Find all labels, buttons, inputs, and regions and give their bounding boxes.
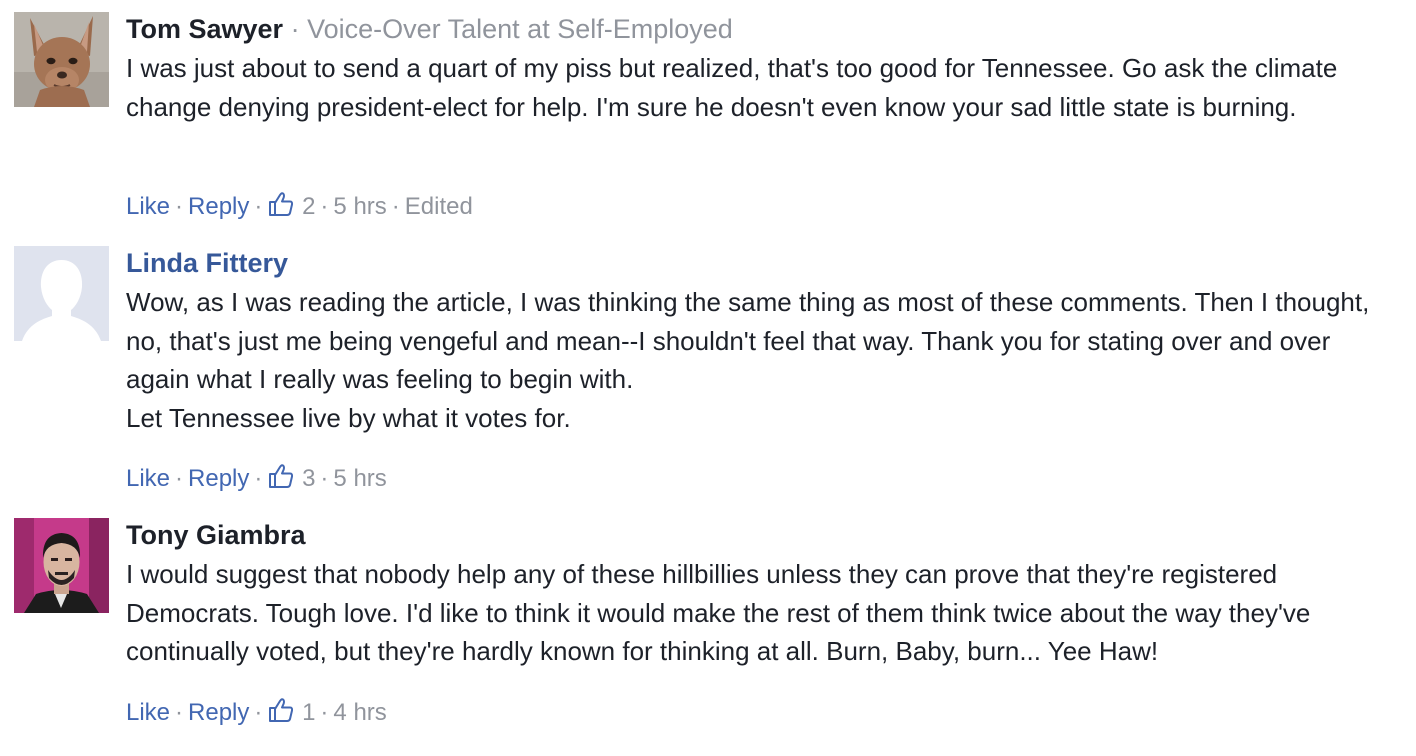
timestamp[interactable]: 4 hrs	[333, 699, 386, 726]
comment-actions: Like · Reply · 2 · 5 hrs · Edited	[126, 190, 473, 222]
separator-dot: ·	[320, 193, 329, 220]
comment-text: Wow, as I was reading the article, I was…	[126, 283, 1396, 437]
default-profile-avatar-icon	[14, 246, 109, 341]
timestamp[interactable]: 5 hrs	[333, 465, 386, 492]
comment-paragraph: Wow, as I was reading the article, I was…	[126, 287, 1370, 394]
comment-text: I would suggest that nobody help any of …	[126, 555, 1396, 671]
comment-content: Linda Fittery Wow, as I was reading the …	[126, 246, 1396, 437]
like-count[interactable]: 1	[302, 699, 315, 726]
separator-dot: ·	[175, 193, 184, 220]
reply-link[interactable]: Reply	[188, 465, 249, 492]
comment-paragraph: I would suggest that nobody help any of …	[126, 559, 1311, 666]
like-link[interactable]: Like	[126, 699, 170, 726]
comment-content: Tony Giambra I would suggest that nobody…	[126, 518, 1396, 671]
avatar[interactable]	[14, 12, 109, 107]
reply-link[interactable]: Reply	[188, 193, 249, 220]
timestamp[interactable]: 5 hrs	[333, 193, 386, 220]
author-name[interactable]: Tony Giambra	[126, 520, 306, 550]
separator-dot: ·	[175, 465, 184, 492]
comment-header: Linda Fittery	[126, 246, 1396, 280]
comment-text: I was just about to send a quart of my p…	[126, 49, 1396, 126]
separator-dot: ·	[391, 193, 400, 220]
author-name[interactable]: Linda Fittery	[126, 248, 288, 278]
avatar[interactable]	[14, 246, 109, 341]
separator-dot: ·	[254, 465, 263, 492]
man-portrait-avatar-icon	[14, 518, 109, 613]
comment-header: Tom Sawyer · Voice-Over Talent at Self-E…	[126, 12, 1396, 46]
comment-actions: Like · Reply · 1 · 4 hrs	[126, 696, 387, 728]
thumbs-up-icon[interactable]	[267, 696, 295, 724]
edited-label[interactable]: Edited	[405, 193, 473, 220]
comment-paragraph: Let Tennessee live by what it votes for.	[126, 402, 571, 433]
comment-header: Tony Giambra	[126, 518, 1396, 552]
comment-paragraph: I was just about to send a quart of my p…	[126, 53, 1338, 122]
dog-avatar-icon	[14, 12, 109, 107]
separator-dot: ·	[254, 193, 263, 220]
like-link[interactable]: Like	[126, 193, 170, 220]
separator-dot: ·	[320, 699, 329, 726]
separator-dot: ·	[254, 699, 263, 726]
like-count[interactable]: 2	[302, 193, 315, 220]
thumbs-up-icon[interactable]	[267, 190, 295, 218]
avatar[interactable]	[14, 518, 109, 613]
like-link[interactable]: Like	[126, 465, 170, 492]
separator-dot: ·	[320, 465, 329, 492]
separator-dot: ·	[175, 699, 184, 726]
author-name[interactable]: Tom Sawyer	[126, 14, 283, 44]
like-count[interactable]: 3	[302, 465, 315, 492]
reply-link[interactable]: Reply	[188, 699, 249, 726]
separator-dot: ·	[283, 14, 308, 44]
comment-actions: Like · Reply · 3 · 5 hrs	[126, 462, 387, 494]
thumbs-up-icon[interactable]	[267, 462, 295, 490]
author-subtitle: Voice-Over Talent at Self-Employed	[307, 14, 733, 44]
comment-content: Tom Sawyer · Voice-Over Talent at Self-E…	[126, 12, 1396, 126]
